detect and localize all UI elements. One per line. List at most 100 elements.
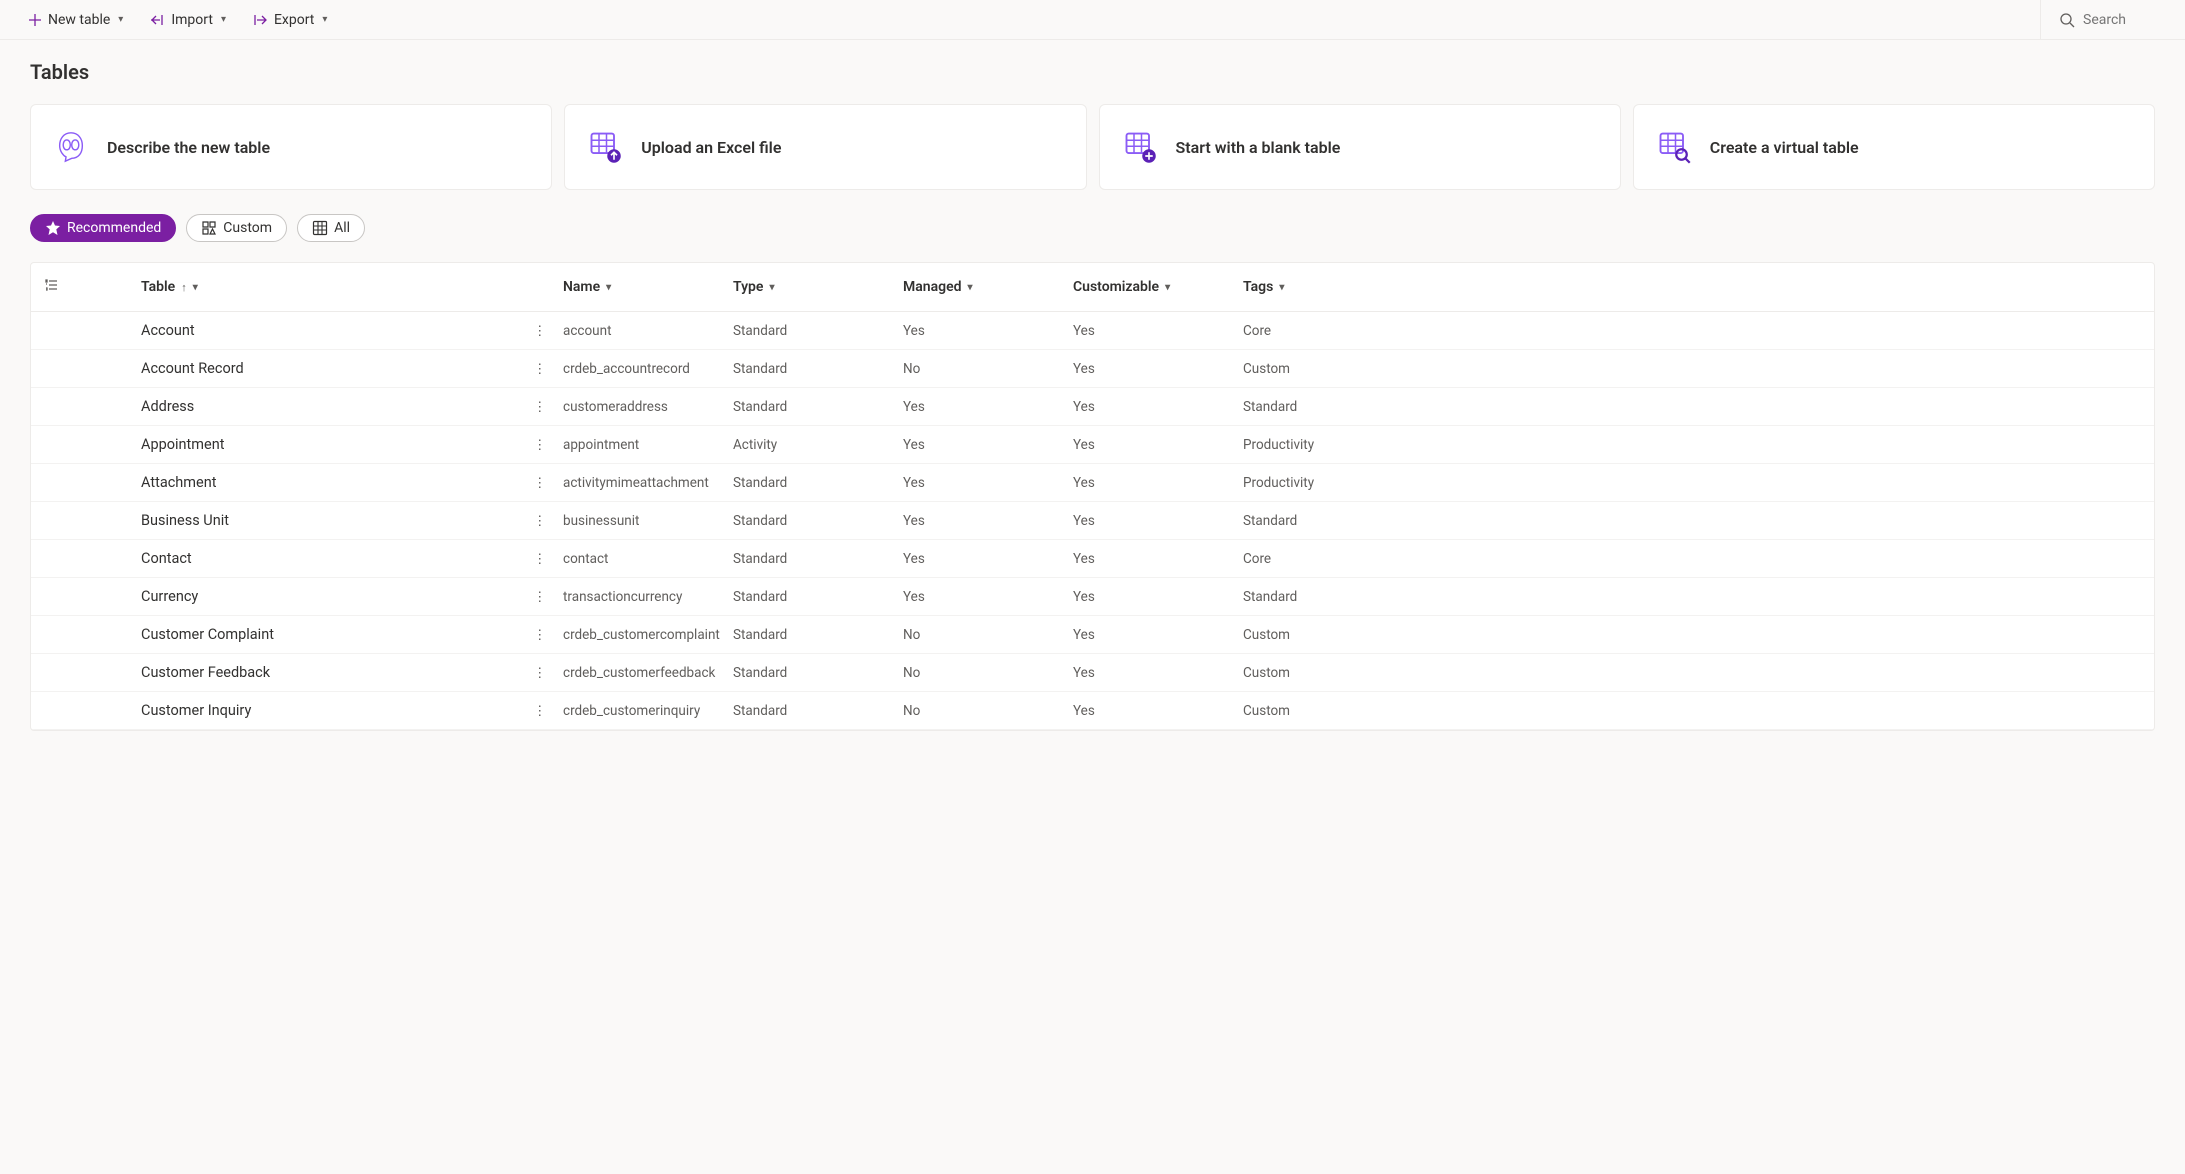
cell-name: activitymimeattachment — [551, 464, 721, 502]
col-header-label: Customizable — [1073, 279, 1159, 295]
table-search-icon — [1656, 129, 1692, 165]
cell-customizable: Yes — [1061, 350, 1231, 388]
star-icon — [45, 220, 61, 236]
more-actions-icon[interactable]: ⋮ — [533, 361, 547, 377]
pill-label: All — [334, 220, 350, 236]
col-header-label: Managed — [903, 279, 962, 295]
cell-name: transactioncurrency — [551, 578, 721, 616]
cell-tags: Custom — [1231, 350, 2154, 388]
more-actions-icon[interactable]: ⋮ — [533, 323, 547, 339]
cell-customizable: Yes — [1061, 654, 1231, 692]
more-actions-icon[interactable]: ⋮ — [533, 627, 547, 643]
search-icon — [2059, 12, 2075, 28]
card-title: Upload an Excel file — [641, 138, 781, 157]
cell-managed: No — [891, 692, 1061, 730]
export-button[interactable]: Export ▾ — [246, 8, 333, 32]
search-box[interactable] — [2040, 0, 2163, 39]
import-button[interactable]: Import ▾ — [143, 8, 232, 32]
pill-custom[interactable]: Custom — [186, 214, 287, 242]
export-label: Export — [274, 12, 314, 28]
col-header-managed[interactable]: Managed ▾ — [891, 263, 1061, 312]
cell-tags: Custom — [1231, 692, 2154, 730]
col-header-table[interactable]: Table ↑ ▾ — [91, 263, 521, 312]
table-row[interactable]: Customer Complaint ⋮ crdeb_customercompl… — [31, 616, 2154, 654]
col-header-rownum[interactable] — [31, 263, 91, 312]
chevron-down-icon: ▾ — [1279, 282, 1284, 293]
cell-managed: Yes — [891, 540, 1061, 578]
col-header-label: Type — [733, 279, 763, 295]
cell-name: crdeb_customercomplaint — [551, 616, 721, 654]
more-actions-icon[interactable]: ⋮ — [533, 513, 547, 529]
more-actions-icon[interactable]: ⋮ — [533, 703, 547, 719]
more-actions-icon[interactable]: ⋮ — [533, 437, 547, 453]
more-actions-icon[interactable]: ⋮ — [533, 399, 547, 415]
card-upload-excel[interactable]: Upload an Excel file — [564, 104, 1086, 190]
chevron-down-icon: ▾ — [1165, 282, 1170, 293]
more-actions-icon[interactable]: ⋮ — [533, 589, 547, 605]
cell-customizable: Yes — [1061, 502, 1231, 540]
pill-recommended[interactable]: Recommended — [30, 214, 176, 242]
col-header-tags[interactable]: Tags ▾ — [1231, 263, 2154, 312]
more-actions-icon[interactable]: ⋮ — [533, 551, 547, 567]
col-header-label: Table — [141, 279, 175, 295]
cell-type: Standard — [721, 312, 891, 350]
plus-icon — [28, 13, 42, 27]
table-row[interactable]: Business Unit ⋮ businessunit Standard Ye… — [31, 502, 2154, 540]
cell-type: Standard — [721, 540, 891, 578]
chevron-down-icon: ▾ — [322, 14, 327, 25]
pill-label: Custom — [223, 220, 272, 236]
cell-table-display: Attachment — [91, 464, 521, 502]
table-row[interactable]: Customer Inquiry ⋮ crdeb_customerinquiry… — [31, 692, 2154, 730]
chevron-down-icon: ▾ — [193, 282, 198, 293]
copilot-icon — [53, 129, 89, 165]
chevron-down-icon: ▾ — [968, 282, 973, 293]
grid-icon — [312, 220, 328, 236]
new-table-button[interactable]: New table ▾ — [22, 8, 129, 32]
table-row[interactable]: Attachment ⋮ activitymimeattachment Stan… — [31, 464, 2154, 502]
cell-type: Standard — [721, 578, 891, 616]
import-icon — [149, 13, 165, 27]
cell-managed: Yes — [891, 388, 1061, 426]
card-virtual-table[interactable]: Create a virtual table — [1633, 104, 2155, 190]
cell-customizable: Yes — [1061, 426, 1231, 464]
cell-customizable: Yes — [1061, 540, 1231, 578]
more-actions-icon[interactable]: ⋮ — [533, 475, 547, 491]
page-content: Tables Describe the new table Upload an … — [0, 40, 2185, 751]
table-row[interactable]: Account ⋮ account Standard Yes Yes Core — [31, 312, 2154, 350]
col-header-type[interactable]: Type ▾ — [721, 263, 891, 312]
cell-table-display: Customer Inquiry — [91, 692, 521, 730]
page-title: Tables — [30, 60, 2155, 84]
cell-tags: Custom — [1231, 654, 2154, 692]
col-header-customizable[interactable]: Customizable ▾ — [1061, 263, 1231, 312]
table-row[interactable]: Customer Feedback ⋮ crdeb_customerfeedba… — [31, 654, 2154, 692]
cell-table-display: Account Record — [91, 350, 521, 388]
table-row[interactable]: Currency ⋮ transactioncurrency Standard … — [31, 578, 2154, 616]
table-row[interactable]: Account Record ⋮ crdeb_accountrecord Sta… — [31, 350, 2154, 388]
table-row[interactable]: Appointment ⋮ appointment Activity Yes Y… — [31, 426, 2154, 464]
table-row[interactable]: Address ⋮ customeraddress Standard Yes Y… — [31, 388, 2154, 426]
cards-row: Describe the new table Upload an Excel f… — [30, 104, 2155, 190]
cell-name: contact — [551, 540, 721, 578]
card-title: Create a virtual table — [1710, 138, 1859, 157]
card-describe-table[interactable]: Describe the new table — [30, 104, 552, 190]
cell-name: crdeb_customerfeedback — [551, 654, 721, 692]
card-blank-table[interactable]: Start with a blank table — [1099, 104, 1621, 190]
table-row[interactable]: Contact ⋮ contact Standard Yes Yes Core — [31, 540, 2154, 578]
col-header-name[interactable]: Name ▾ — [551, 263, 721, 312]
cell-table-display: Contact — [91, 540, 521, 578]
cell-customizable: Yes — [1061, 464, 1231, 502]
more-actions-icon[interactable]: ⋮ — [533, 665, 547, 681]
chevron-down-icon: ▾ — [118, 14, 123, 25]
cell-customizable: Yes — [1061, 312, 1231, 350]
cell-managed: No — [891, 350, 1061, 388]
number-list-icon — [43, 281, 59, 297]
cell-type: Standard — [721, 464, 891, 502]
cell-customizable: Yes — [1061, 578, 1231, 616]
search-input[interactable] — [2083, 12, 2163, 28]
cell-tags: Productivity — [1231, 426, 2154, 464]
cell-managed: Yes — [891, 426, 1061, 464]
cell-managed: Yes — [891, 578, 1061, 616]
cell-table-display: Customer Feedback — [91, 654, 521, 692]
card-title: Start with a blank table — [1176, 138, 1341, 157]
pill-all[interactable]: All — [297, 214, 365, 242]
